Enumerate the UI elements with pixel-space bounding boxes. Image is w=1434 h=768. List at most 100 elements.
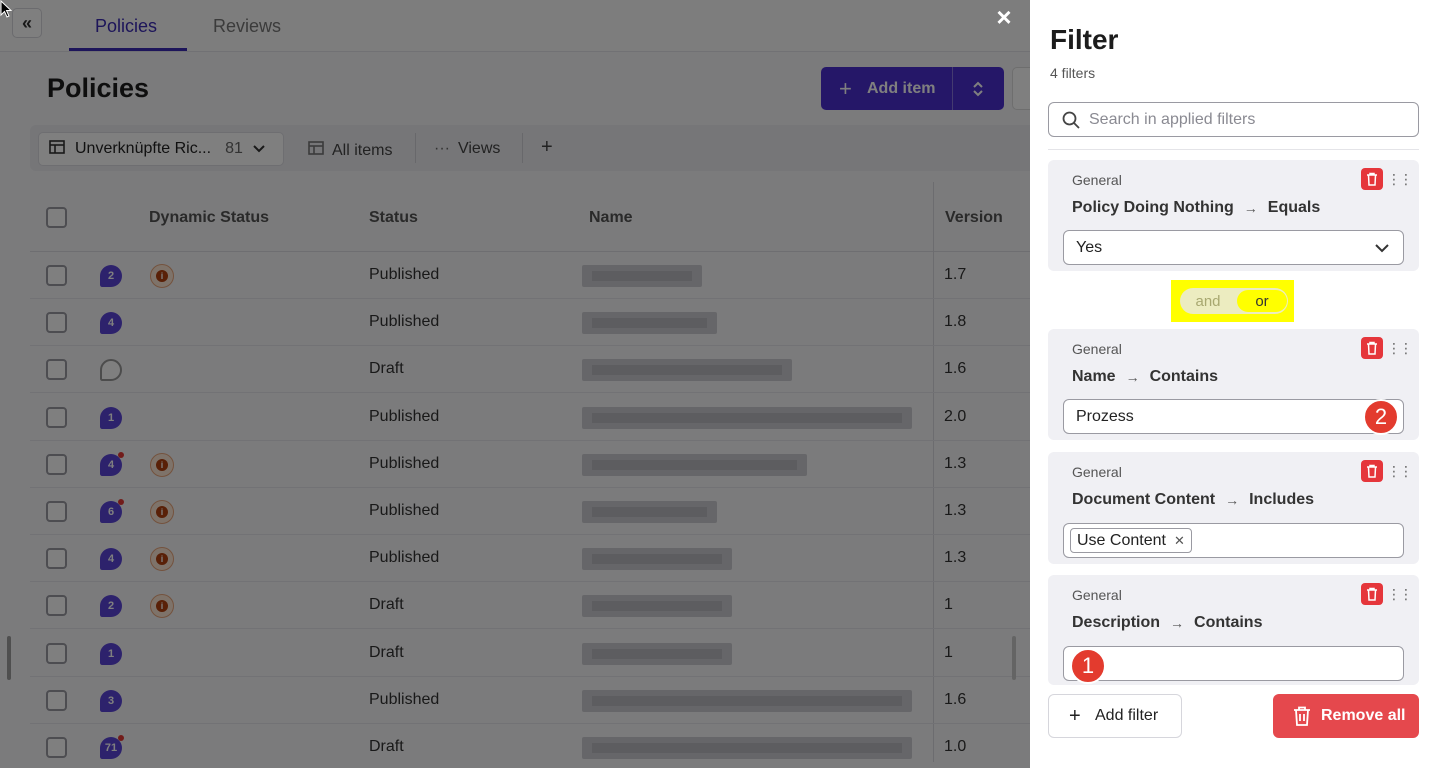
remove-all-label: Remove all xyxy=(1321,707,1406,724)
redacted-name[interactable] xyxy=(582,737,912,759)
comment-count-icon[interactable]: 6 xyxy=(100,499,124,523)
delete-filter-button[interactable] xyxy=(1361,337,1383,359)
header-name[interactable]: Name xyxy=(589,209,633,227)
table-row[interactable]: Draft 1.6 xyxy=(30,346,1030,394)
row-checkbox[interactable] xyxy=(46,265,67,286)
table-row[interactable]: 4 Published 1.8 xyxy=(30,299,1030,347)
table-row[interactable]: 1 Published 2.0 xyxy=(30,394,1030,441)
header-status[interactable]: Status xyxy=(369,209,418,227)
redacted-name[interactable] xyxy=(582,548,732,571)
row-checkbox[interactable] xyxy=(46,689,67,711)
redacted-name[interactable] xyxy=(582,501,717,523)
comment-count-icon[interactable]: 2 xyxy=(100,595,122,618)
divider xyxy=(415,133,416,163)
row-checkbox[interactable] xyxy=(46,312,67,334)
header-dynamic-status[interactable]: Dynamic Status xyxy=(149,209,269,227)
comment-count-icon[interactable]: 1 xyxy=(100,406,122,429)
or-option[interactable]: or xyxy=(1237,290,1287,312)
redacted-name[interactable] xyxy=(582,359,792,382)
redacted-name[interactable] xyxy=(582,642,732,665)
drag-handle-icon[interactable]: ⋮⋮ xyxy=(1387,170,1413,188)
status-cell: Draft xyxy=(369,738,404,755)
status-cell: Published xyxy=(369,454,440,472)
info-warning-icon[interactable]: i xyxy=(150,264,174,288)
add-filter-button[interactable]: + Add filter xyxy=(1048,694,1182,738)
status-cell: Draft xyxy=(369,643,404,661)
table-row[interactable]: 4 i Published 1.3 xyxy=(30,535,1030,583)
row-checkbox[interactable] xyxy=(46,595,67,617)
info-warning-icon[interactable]: i xyxy=(150,594,174,619)
row-checkbox[interactable] xyxy=(46,453,67,475)
redacted-name[interactable] xyxy=(582,453,807,476)
collapse-sidebar-icon[interactable]: « xyxy=(12,8,42,38)
delete-filter-button[interactable] xyxy=(1361,168,1383,190)
comment-count-icon[interactable]: 2 xyxy=(100,265,122,287)
delete-filter-button[interactable] xyxy=(1361,460,1383,482)
filter-search[interactable] xyxy=(1048,102,1419,137)
comment-count-icon[interactable]: 4 xyxy=(100,548,122,571)
info-warning-icon[interactable]: i xyxy=(150,547,174,572)
row-checkbox[interactable] xyxy=(46,359,67,381)
drag-handle-icon[interactable]: ⋮⋮ xyxy=(1387,462,1413,480)
status-cell: Published xyxy=(369,266,440,283)
add-item-button[interactable]: + Add item xyxy=(821,67,1004,110)
table-row[interactable]: 6 i Published 1.3 xyxy=(30,488,1030,535)
info-warning-icon[interactable]: i xyxy=(150,500,174,524)
header-version[interactable]: Version xyxy=(945,209,1003,227)
views-menu[interactable]: ··· Views xyxy=(434,140,500,158)
remove-all-button[interactable]: Remove all xyxy=(1273,694,1419,738)
table-row[interactable]: 2 i Published 1.7 xyxy=(30,252,1030,299)
comment-count-icon[interactable]: 4 xyxy=(100,312,122,335)
expand-chevron-icon[interactable] xyxy=(952,67,1004,110)
row-checkbox[interactable] xyxy=(46,501,67,522)
row-checkbox[interactable] xyxy=(46,406,67,428)
add-view-button[interactable]: + xyxy=(541,136,553,159)
filter-rule: Policy Doing Nothing → Equals xyxy=(1072,199,1320,217)
tab-policies[interactable]: Policies xyxy=(95,16,157,37)
table-row[interactable]: 1 Draft 1 xyxy=(30,630,1030,677)
selected-value: Yes xyxy=(1076,238,1103,256)
and-option[interactable]: and xyxy=(1183,290,1233,312)
table-row[interactable]: 3 Published 1.6 xyxy=(30,677,1030,724)
table-row[interactable]: 2 i Draft 1 xyxy=(30,582,1030,630)
comment-count-icon[interactable]: 3 xyxy=(100,689,122,712)
delete-filter-button[interactable] xyxy=(1361,583,1383,605)
view-count: 81 xyxy=(225,140,243,157)
redacted-name[interactable] xyxy=(582,406,912,429)
scrollbar[interactable] xyxy=(7,636,11,680)
drag-handle-icon[interactable]: ⋮⋮ xyxy=(1387,585,1413,603)
comment-count-icon[interactable]: 1 xyxy=(100,642,122,665)
redacted-name[interactable] xyxy=(582,312,717,335)
status-cell: Published xyxy=(369,407,440,425)
remove-chip-icon[interactable]: ✕ xyxy=(1174,533,1185,549)
close-icon[interactable]: × xyxy=(992,2,1016,32)
comment-count: 2 xyxy=(107,600,115,613)
row-checkbox[interactable] xyxy=(46,737,67,758)
view-selector[interactable]: Unverknüpfte Ric... 81 xyxy=(38,132,284,166)
filter-value-input[interactable]: Prozess xyxy=(1063,399,1404,434)
search-input[interactable] xyxy=(1089,110,1399,129)
comment-count-icon[interactable]: 71 xyxy=(100,735,124,759)
row-checkbox[interactable] xyxy=(46,548,67,570)
scrollbar[interactable] xyxy=(1012,636,1016,680)
redacted-name[interactable] xyxy=(582,595,732,618)
view-name: Unverknüpfte Ric... xyxy=(75,140,212,157)
table-row[interactable]: 4 i Published 1.3 xyxy=(30,441,1030,488)
filter-value-select[interactable]: Yes xyxy=(1063,230,1404,265)
comment-count-icon[interactable] xyxy=(100,359,122,382)
tab-reviews[interactable]: Reviews xyxy=(213,16,281,37)
redacted-name[interactable] xyxy=(582,265,702,287)
redacted-name[interactable] xyxy=(582,689,912,712)
select-all-checkbox[interactable] xyxy=(46,207,67,228)
all-items-view[interactable]: All items xyxy=(308,140,392,161)
row-checkbox[interactable] xyxy=(46,642,67,664)
comment-count-icon[interactable]: 4 xyxy=(100,451,124,476)
and-or-toggle[interactable]: and or xyxy=(1180,288,1288,314)
views-label: Views xyxy=(457,140,501,157)
filter-value-input[interactable] xyxy=(1063,646,1404,681)
filter-chips-input[interactable]: Use Content ✕ xyxy=(1063,523,1404,558)
info-warning-icon[interactable]: i xyxy=(150,452,174,477)
table-row[interactable]: 71 Draft 1.0 xyxy=(30,724,1030,768)
drag-handle-icon[interactable]: ⋮⋮ xyxy=(1387,339,1413,357)
secondary-button[interactable] xyxy=(1012,67,1030,110)
